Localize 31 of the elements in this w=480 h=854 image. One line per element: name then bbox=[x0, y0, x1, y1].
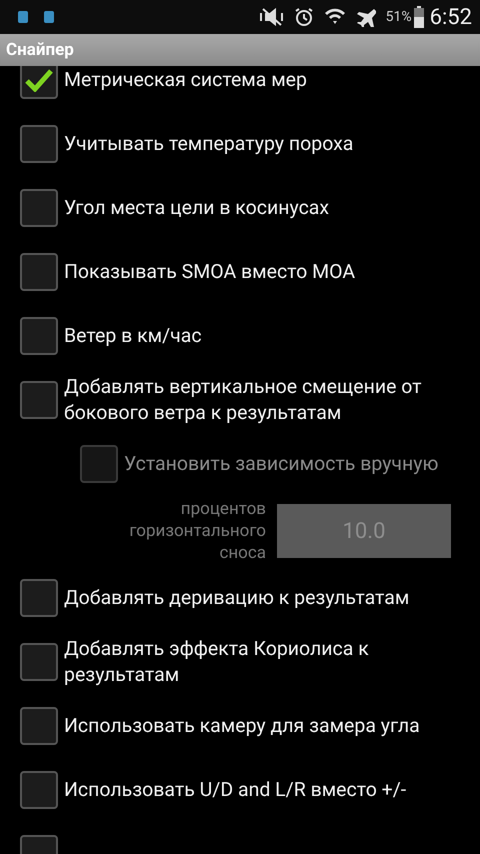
sd-card-icon bbox=[18, 11, 28, 23]
checkbox[interactable] bbox=[20, 707, 58, 745]
clock-time: 6:52 bbox=[430, 4, 472, 30]
checkbox-label: Использовать камеру для замера угла bbox=[64, 713, 420, 739]
checkbox-label: Ветер в км/час bbox=[64, 323, 202, 349]
app-title: Снайпер bbox=[6, 40, 74, 60]
checkbox[interactable] bbox=[20, 643, 58, 681]
checkbox[interactable] bbox=[20, 66, 58, 99]
checkbox[interactable] bbox=[20, 381, 58, 419]
checkbox-label: Добавлять вертикальное смещение от бокового ветра к результатам bbox=[64, 374, 423, 426]
checkbox-label: Использовать U/D and L/R вместо +/- bbox=[64, 777, 406, 803]
checkbox-label: Установить зависимость вручную bbox=[124, 451, 438, 477]
checkbox-label: Угол места цели в косинусах bbox=[64, 195, 330, 221]
field-label: процентов горизонтального сноса bbox=[128, 498, 267, 564]
checkbox[interactable] bbox=[20, 317, 58, 355]
checkbox[interactable] bbox=[20, 771, 58, 809]
checkbox-label: Метрическая система мер bbox=[64, 67, 307, 93]
checkbox-label: Учитывать температуру пороха bbox=[64, 131, 354, 157]
checkbox-label: Добавлять эффекта Кориолиса к результатам bbox=[64, 636, 370, 688]
alarm-icon bbox=[294, 7, 314, 27]
mute-vibrate-icon bbox=[260, 7, 284, 27]
checkbox-label: Показывать SMOA вместо MOA bbox=[64, 259, 356, 285]
battery-percent: 51% bbox=[386, 9, 412, 25]
checkbox[interactable] bbox=[20, 253, 58, 291]
sd-card-icon bbox=[44, 11, 54, 23]
checkbox-label: Добавлять деривацию к результатам bbox=[64, 585, 410, 611]
checkbox[interactable] bbox=[20, 189, 58, 227]
checkbox[interactable] bbox=[20, 125, 58, 163]
checkbox[interactable] bbox=[20, 579, 58, 617]
airplane-icon bbox=[356, 7, 376, 27]
battery-icon bbox=[414, 6, 424, 28]
